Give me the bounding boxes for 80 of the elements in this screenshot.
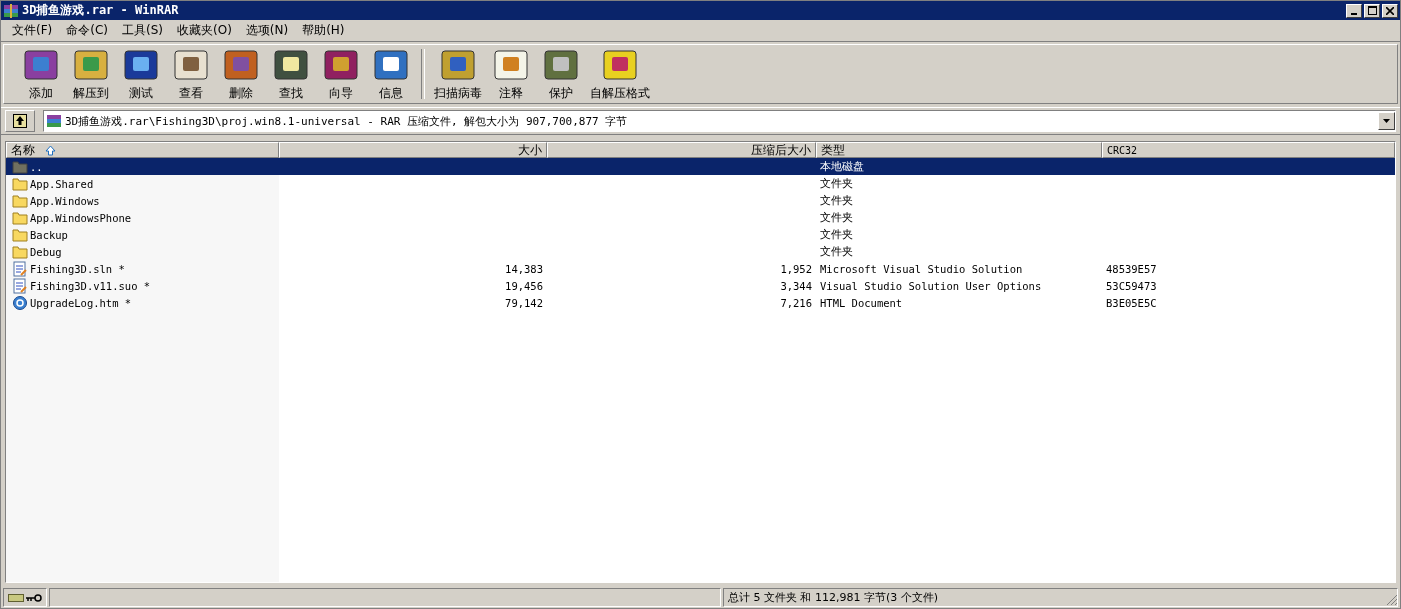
file-size: 79,142 (505, 296, 543, 309)
file-row[interactable]: Fishing3D.v11.suo * 19,456 3,344 Visual Studio Solution User Options 53C59473 (6, 277, 1395, 294)
menu-item[interactable]: 文件(F) (5, 22, 60, 39)
address-field[interactable]: 3D捕鱼游戏.rar\Fishing3D\proj.win8.1-universal - RAR 压缩文件, 解包大小为 907,700,877 字节 (43, 110, 1396, 132)
toolbar-button[interactable]: 添加 (16, 46, 66, 102)
up-arrow-icon (13, 114, 27, 128)
file-row[interactable]: .. 本地磁盘 (6, 158, 1395, 175)
maximize-button[interactable] (1364, 3, 1380, 18)
file-name: UpgradeLog.htm * (30, 296, 132, 309)
file-row[interactable]: App.Shared 文件夹 (6, 175, 1395, 192)
toolbar-button[interactable]: 查找 (266, 46, 316, 102)
packed-size: 1,952 (780, 262, 812, 275)
document-icon (12, 260, 28, 277)
toolbar-button[interactable]: 保护 (536, 46, 586, 102)
close-button[interactable] (1382, 3, 1398, 18)
toolbar-button[interactable]: 扫描病毒 (430, 46, 486, 102)
packed-size: 3,344 (780, 279, 812, 292)
folder-icon (12, 244, 28, 259)
menu-item[interactable]: 工具(S) (115, 22, 170, 39)
crc-value: B3E05E5C (1106, 296, 1157, 309)
menu-item[interactable]: 帮助(H) (295, 22, 352, 39)
toolbar-button[interactable]: 信息 (366, 46, 416, 102)
menu-item[interactable]: 命令(C) (59, 22, 115, 39)
folder-icon (12, 227, 28, 242)
toolbar-button[interactable]: 自解压格式 (586, 46, 654, 102)
column-header[interactable]: 压缩后大小 (547, 142, 816, 158)
file-name: .. (30, 160, 43, 173)
file-type: 文件夹 (820, 227, 853, 242)
file-name: App.Windows (30, 194, 100, 207)
toolbar-button[interactable]: 向导 (316, 46, 366, 102)
file-size: 19,456 (505, 279, 543, 292)
file-name: Backup (30, 228, 68, 241)
file-row[interactable]: Debug 文件夹 (6, 243, 1395, 260)
file-row[interactable]: Backup 文件夹 (6, 226, 1395, 243)
status-text: 总计 5 文件夹 和 112,981 字节(3 个文件) (728, 590, 939, 605)
file-type: 本地磁盘 (820, 159, 864, 174)
file-type: Microsoft Visual Studio Solution (820, 262, 1023, 275)
minimize-button[interactable] (1346, 3, 1362, 18)
close-icon (1386, 6, 1394, 15)
crc-value: 48539E57 (1106, 262, 1157, 275)
toolbar-button[interactable]: 注释 (486, 46, 536, 102)
dropdown-button[interactable] (1378, 112, 1395, 130)
column-header[interactable]: 名称 (6, 142, 279, 158)
file-type: 文件夹 (820, 176, 853, 191)
file-type: 文件夹 (820, 244, 853, 259)
window-title: 3D捕鱼游戏.rar - WinRAR (22, 2, 179, 19)
column-header[interactable]: 类型 (816, 142, 1102, 158)
folder-icon (12, 193, 28, 208)
file-row[interactable]: App.Windows 文件夹 (6, 192, 1395, 209)
file-name: Fishing3D.v11.suo * (30, 279, 151, 292)
drive-icon (8, 592, 24, 603)
file-name: Fishing3D.sln * (30, 262, 125, 275)
toolbar-button[interactable]: 测试 (116, 46, 166, 102)
file-name: App.WindowsPhone (30, 211, 132, 224)
file-row[interactable]: UpgradeLog.htm * 79,142 7,216 HTML Document B3E05E5C (6, 294, 1395, 311)
up-folder-button[interactable] (5, 110, 35, 132)
menu-item[interactable]: 收藏夹(O) (170, 22, 239, 39)
toolbar-button[interactable]: 解压到 (66, 46, 116, 102)
file-type: HTML Document (820, 296, 903, 309)
folder-icon (12, 210, 28, 225)
minimize-icon (1351, 12, 1357, 15)
file-type: 文件夹 (820, 210, 853, 225)
file-row[interactable]: App.WindowsPhone 文件夹 (6, 209, 1395, 226)
file-type: Visual Studio Solution User Options (820, 279, 1042, 292)
maximize-icon (1367, 6, 1377, 15)
column-header[interactable]: 大小 (279, 142, 547, 158)
key-icon (26, 592, 42, 603)
document-icon (12, 277, 28, 294)
packed-size: 7,216 (780, 296, 812, 309)
caret-icon (1383, 119, 1390, 123)
file-name: App.Shared (30, 177, 94, 190)
toolbar-button[interactable]: 查看 (166, 46, 216, 102)
crc-value: 53C59473 (1106, 279, 1157, 292)
toolbar-button[interactable]: 删除 (216, 46, 266, 102)
column-header[interactable]: CRC32 (1102, 142, 1395, 158)
file-row[interactable]: Fishing3D.sln * 14,383 1,952 Microsoft Visual Studio Solution 48539E57 (6, 260, 1395, 277)
file-name: Debug (30, 245, 62, 258)
file-size: 14,383 (505, 262, 543, 275)
menu-item[interactable]: 选项(N) (238, 22, 296, 39)
file-type: 文件夹 (820, 193, 853, 208)
